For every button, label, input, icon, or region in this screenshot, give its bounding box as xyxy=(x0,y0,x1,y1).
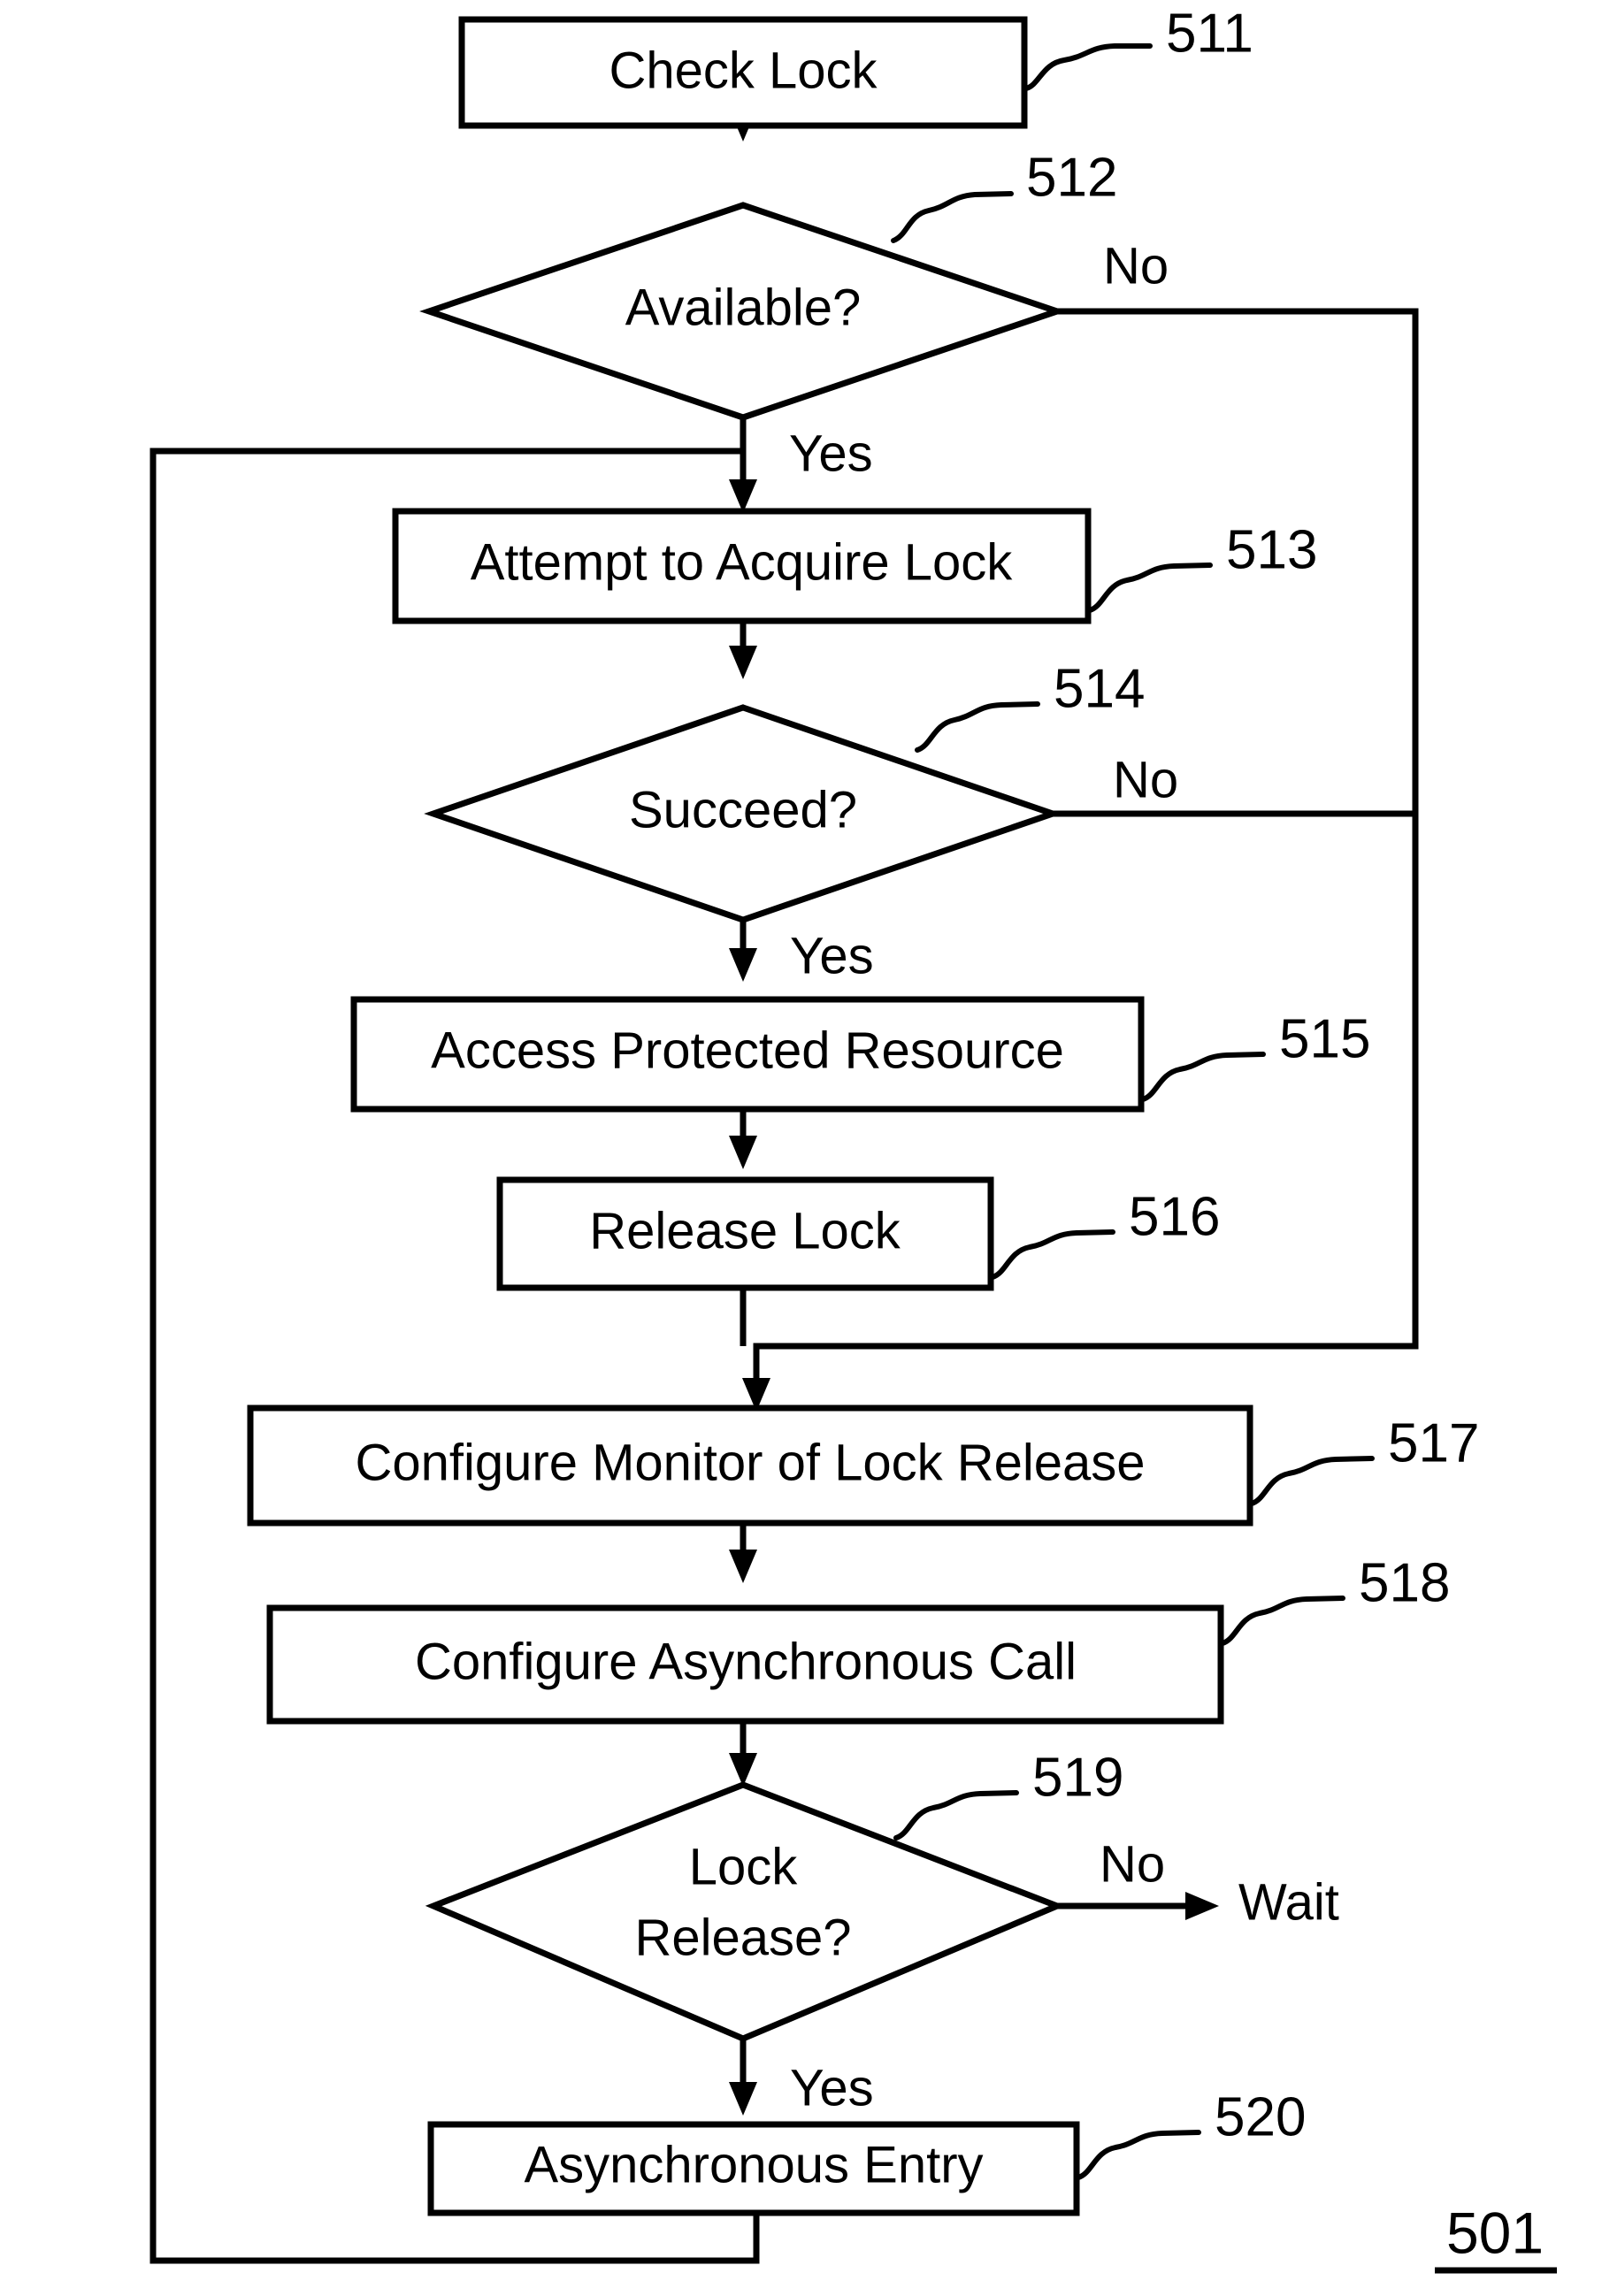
figure-number: 501 xyxy=(1446,2200,1544,2265)
edge-label-succeed-no: No xyxy=(1113,751,1178,808)
node-516-release-lock[interactable]: Release Lock xyxy=(496,1176,994,1291)
node-515-access-protected-resource[interactable]: Access Protected Resource xyxy=(350,996,1145,1113)
node-519-lock-release-decision[interactable]: Lock Release? xyxy=(425,1781,1066,2042)
terminal-wait-label: Wait xyxy=(1238,1873,1339,1931)
connector-517-to-518 xyxy=(729,1521,757,1583)
figure-number-group: 501 xyxy=(1435,2200,1557,2274)
ref-number-512: 512 xyxy=(1026,147,1117,208)
ref-leader-514 xyxy=(915,701,1040,753)
ref-leader-517 xyxy=(1249,1456,1375,1506)
ref-leader-512 xyxy=(891,191,1014,243)
edge-label-available-yes: Yes xyxy=(789,425,873,482)
node-515-label: Access Protected Resource xyxy=(431,1022,1064,1079)
ref-number-515: 515 xyxy=(1279,1008,1370,1069)
node-514-succeed-decision[interactable]: Succeed? xyxy=(424,704,1062,923)
node-516-label: Release Lock xyxy=(589,1202,901,1259)
node-519-label-line1: Lock xyxy=(689,1838,799,1895)
connector-513-to-514 xyxy=(729,619,757,679)
node-520-asynchronous-entry[interactable]: Asynchronous Entry xyxy=(427,2121,1080,2216)
edge-label-lock-release-no: No xyxy=(1100,1835,1165,1893)
node-511-check-lock[interactable]: Check Lock xyxy=(458,16,1028,129)
connector-519-no-to-wait xyxy=(1057,1892,1219,1920)
ref-leader-515 xyxy=(1140,1052,1266,1102)
edge-label-available-no: No xyxy=(1103,237,1169,295)
node-519-label-line2: Release? xyxy=(634,1909,851,1966)
ref-leader-519 xyxy=(893,1790,1019,1841)
ref-number-511: 511 xyxy=(1166,3,1253,64)
ref-number-519: 519 xyxy=(1032,1747,1123,1808)
node-517-configure-monitor-lock-release[interactable]: Configure Monitor of Lock Release xyxy=(247,1404,1253,1527)
ref-number-518: 518 xyxy=(1359,1552,1450,1613)
ref-leader-518 xyxy=(1220,1596,1345,1646)
node-512-available-decision[interactable]: Available? xyxy=(419,202,1067,421)
node-517-label: Configure Monitor of Lock Release xyxy=(355,1434,1145,1491)
edge-label-succeed-yes: Yes xyxy=(790,927,874,984)
ref-number-516: 516 xyxy=(1129,1186,1220,1247)
node-514-label: Succeed? xyxy=(629,781,857,838)
ref-number-517: 517 xyxy=(1388,1412,1479,1473)
connector-512-to-513 xyxy=(729,407,757,513)
edge-label-lock-release-yes: Yes xyxy=(790,2059,874,2116)
connector-519-to-520 xyxy=(729,2039,757,2116)
ref-number-520: 520 xyxy=(1215,2086,1306,2147)
node-518-label: Configure Asynchronous Call xyxy=(415,1633,1077,1690)
ref-leader-511 xyxy=(1023,43,1153,91)
ref-leader-516 xyxy=(990,1229,1115,1280)
patent-figure-flowchart: Check Lock Available? Attempt to Acquire… xyxy=(0,0,1602,2296)
ref-leader-520 xyxy=(1076,2130,1201,2180)
node-518-configure-asynchronous-call[interactable]: Configure Asynchronous Call xyxy=(266,1604,1224,1725)
flowchart-svg: Check Lock Available? Attempt to Acquire… xyxy=(149,3,1557,2274)
node-511-label: Check Lock xyxy=(609,42,878,99)
connector-518-to-519 xyxy=(729,1720,757,1787)
node-513-attempt-acquire-lock[interactable]: Attempt to Acquire Lock xyxy=(392,508,1092,624)
node-520-label: Asynchronous Entry xyxy=(524,2136,983,2193)
node-513-label: Attempt to Acquire Lock xyxy=(471,533,1014,591)
ref-leader-513 xyxy=(1087,563,1213,613)
ref-number-514: 514 xyxy=(1054,658,1145,719)
ref-number-513: 513 xyxy=(1226,519,1317,580)
node-512-label: Available? xyxy=(625,279,862,336)
connector-515-to-516 xyxy=(729,1107,757,1169)
